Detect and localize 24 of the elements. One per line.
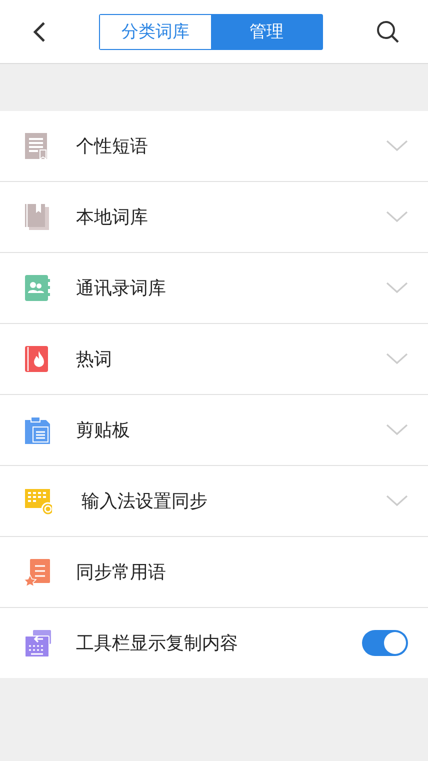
item-label[interactable]: 热词 [76,347,386,371]
back-icon[interactable] [32,20,46,42]
search-icon[interactable] [376,20,400,44]
item-label[interactable]: 通讯录词库 [76,276,386,300]
item-label[interactable]: 剪贴板 [76,418,386,442]
keyboard-sync-icon [24,486,52,516]
chevron-icon[interactable] [386,140,408,152]
chevron-icon[interactable] [386,282,408,294]
toggle-switch[interactable] [362,630,408,656]
chevron-icon[interactable] [386,353,408,365]
item-label[interactable]: 本地词库 [76,205,386,229]
item-label[interactable]: 个性短语 [76,134,386,158]
chevron-icon[interactable] [386,495,408,507]
clipboard-icon [24,416,52,444]
tab[interactable]: 管理 [211,14,322,48]
book-icon [24,202,52,232]
item-label[interactable]: 输入法设置同步 [76,489,386,513]
chevron-icon[interactable] [386,211,408,223]
keyboard-copy-icon [24,628,52,658]
note-star-icon [24,558,52,586]
contacts-icon [24,274,52,302]
chevron-icon[interactable] [386,424,408,436]
item-label[interactable]: 工具栏显示复制内容 [76,631,362,655]
item-label[interactable]: 同步常用语 [76,560,408,584]
